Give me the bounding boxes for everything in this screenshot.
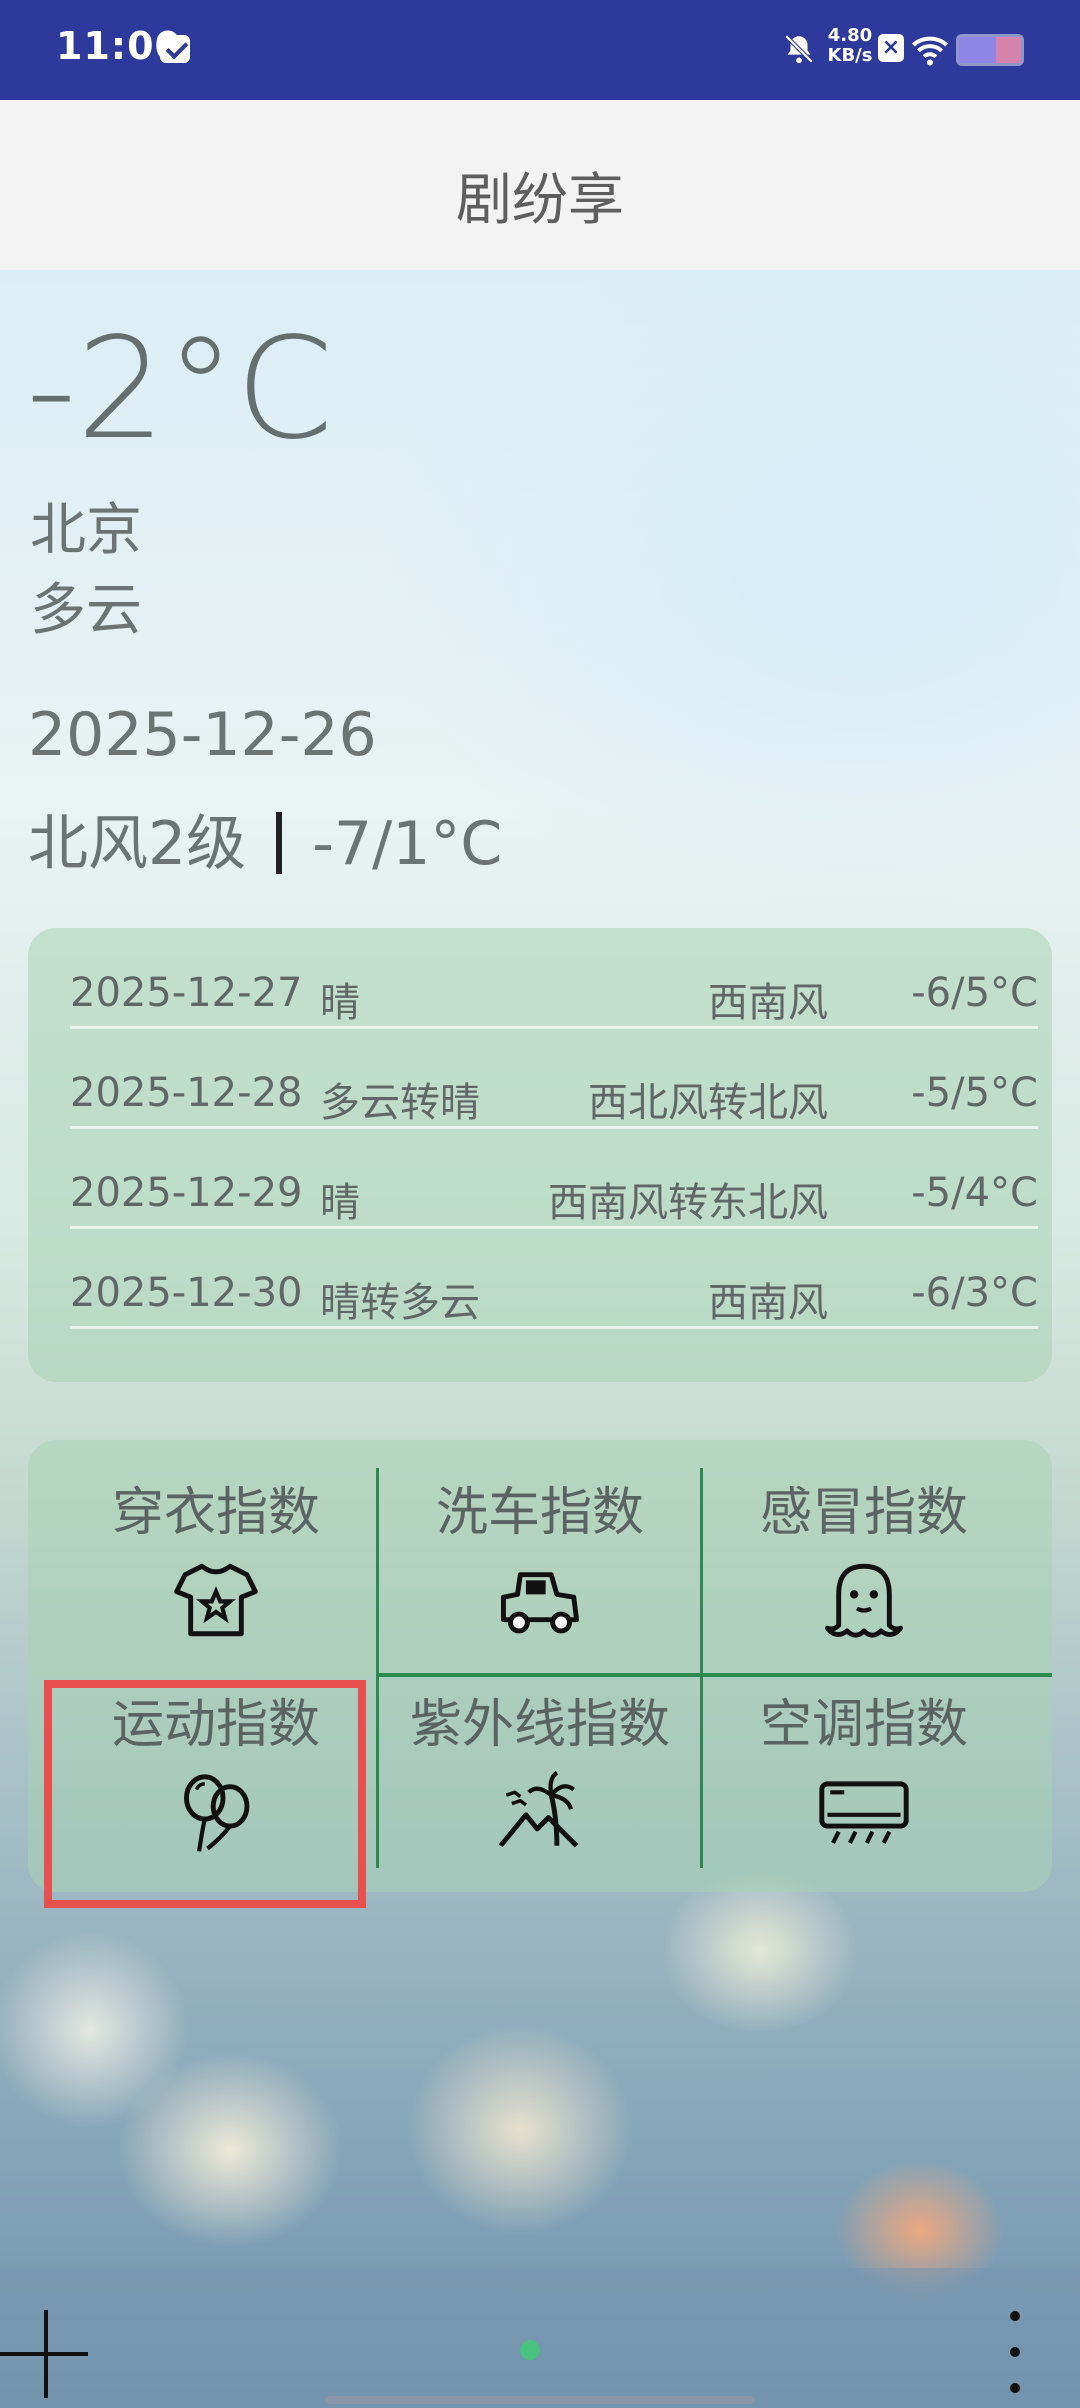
- forecast-row[interactable]: 2025-12-27 晴 西南风 -6/5°C: [70, 928, 1038, 1029]
- tshirt-icon: [174, 1563, 258, 1637]
- battery-icon: [956, 34, 1024, 66]
- forecast-date: 2025-12-30: [70, 1270, 303, 1316]
- index-label: 穿衣指数: [111, 1483, 320, 1543]
- bottom-bar: [0, 2268, 1080, 2408]
- forecast-range: -5/4°C: [911, 1170, 1038, 1216]
- navigation-handle[interactable]: [325, 2396, 755, 2404]
- current-date: 2025-12-26: [28, 700, 377, 770]
- index-label: 洗车指数: [435, 1483, 644, 1543]
- wind-range-line: 北风2级 -7/1°C: [28, 795, 502, 882]
- more-options-icon[interactable]: [1000, 2306, 1030, 2406]
- add-city-icon[interactable]: [0, 2308, 92, 2400]
- network-speed-value: 4.80: [827, 25, 873, 46]
- app-bar: 剧纷享: [0, 100, 1080, 270]
- forecast-card: 2025-12-27 晴 西南风 -6/5°C 2025-12-28 多云转晴 …: [28, 928, 1052, 1382]
- forecast-condition: 多云转晴: [320, 1080, 480, 1126]
- city-name: 北京: [30, 498, 142, 563]
- index-air-conditioning[interactable]: 空调指数: [704, 1652, 1024, 1862]
- divider: [700, 1468, 703, 1868]
- network-speed: 4.80 KB/s: [820, 26, 880, 66]
- separator: [276, 812, 283, 874]
- bell-off-icon: [782, 32, 816, 72]
- mail-icon: [160, 35, 190, 63]
- forecast-wind: 西北风转北风: [588, 1080, 828, 1126]
- status-bar: 11:00 4.80 KB/s ×: [0, 0, 1080, 100]
- index-car-wash[interactable]: 洗车指数: [380, 1440, 700, 1650]
- divider: [376, 1468, 379, 1868]
- forecast-wind: 西南风转东北风: [548, 1180, 828, 1226]
- palm-mountain-icon: [498, 1770, 579, 1848]
- forecast-row[interactable]: 2025-12-29 晴 西南风转东北风 -5/4°C: [70, 1128, 1038, 1229]
- forecast-condition: 晴转多云: [320, 1280, 480, 1326]
- index-dressing[interactable]: 穿衣指数: [56, 1440, 376, 1650]
- car-icon: [500, 1572, 580, 1634]
- current-wind: 北风2级: [28, 809, 247, 879]
- current-condition: 多云: [30, 578, 142, 643]
- index-label: 空调指数: [759, 1695, 968, 1755]
- x-icon: ×: [878, 34, 904, 62]
- forecast-wind: 西南风: [708, 1280, 828, 1326]
- forecast-condition: 晴: [320, 1180, 360, 1226]
- index-label: 感冒指数: [759, 1483, 968, 1543]
- index-label: 紫外线指数: [409, 1695, 670, 1755]
- forecast-row[interactable]: 2025-12-28 多云转晴 西北风转北风 -5/5°C: [70, 1028, 1038, 1129]
- forecast-date: 2025-12-28: [70, 1070, 303, 1116]
- network-speed-unit: KB/s: [827, 45, 873, 66]
- index-cold[interactable]: 感冒指数: [704, 1440, 1024, 1650]
- forecast-range: -6/3°C: [911, 1270, 1038, 1316]
- forecast-range: -6/5°C: [911, 970, 1038, 1016]
- current-temperature: -2°C: [26, 308, 334, 471]
- forecast-condition: 晴: [320, 980, 360, 1026]
- app-title: 剧纷享: [456, 168, 624, 233]
- wifi-icon: [912, 36, 948, 66]
- forecast-range: -5/5°C: [911, 1070, 1038, 1116]
- air-conditioner-icon: [819, 1781, 909, 1844]
- index-uv[interactable]: 紫外线指数: [380, 1652, 700, 1862]
- forecast-wind: 西南风: [708, 980, 828, 1026]
- current-range: -7/1°C: [312, 809, 503, 879]
- forecast-date: 2025-12-27: [70, 970, 303, 1016]
- ghost-icon: [824, 1563, 904, 1638]
- forecast-row[interactable]: 2025-12-30 晴转多云 西南风 -6/3°C: [70, 1228, 1038, 1329]
- highlight-box: [44, 1680, 366, 1908]
- page-indicator-dot: [520, 2340, 540, 2360]
- forecast-date: 2025-12-29: [70, 1170, 303, 1216]
